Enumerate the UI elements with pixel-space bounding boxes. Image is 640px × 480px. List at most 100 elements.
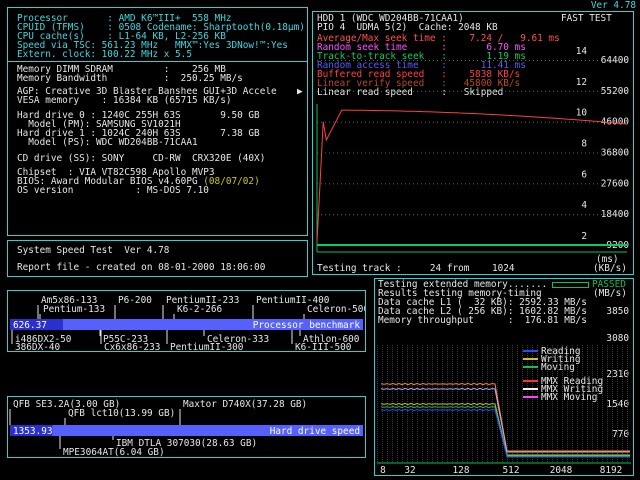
grid-dot (377, 60, 378, 61)
grid-dot (612, 347, 613, 348)
grid-dot (487, 351, 488, 352)
grid-dot (532, 423, 533, 424)
grid-dot (542, 445, 543, 446)
grid-dot (427, 381, 428, 382)
grid-dot (627, 391, 628, 392)
grid-dot (462, 451, 463, 452)
grid-dot (561, 60, 562, 61)
grid-dot (337, 90, 338, 92)
grid-dot (532, 345, 533, 346)
grid-dot (437, 152, 438, 154)
grid-dot (527, 363, 528, 364)
grid-dot (492, 435, 493, 436)
grid-dot (457, 397, 458, 398)
grid-dot (477, 353, 478, 354)
grid-dot (417, 405, 418, 406)
grid-dot (612, 369, 613, 370)
grid-dot (617, 435, 618, 436)
grid-dot (497, 357, 498, 358)
grid-dot (477, 395, 478, 396)
grid-dot (627, 357, 628, 358)
grid-dot (622, 397, 623, 398)
grid-dot (507, 413, 508, 414)
grid-dot (592, 371, 593, 372)
grid-dot (407, 411, 408, 412)
legend-label: MMX Moving (541, 392, 597, 403)
grid-dot (522, 407, 523, 408)
grid-dot (627, 371, 628, 372)
grid-dot (337, 121, 338, 123)
grid-dot (452, 457, 453, 458)
grid-dot (477, 425, 478, 426)
grid-dot (433, 183, 434, 185)
grid-dot (382, 347, 383, 348)
grid-dot (487, 359, 488, 360)
grid-dot (462, 425, 463, 426)
grid-dot (407, 369, 408, 370)
grid-dot (462, 427, 463, 428)
grid-dot (522, 419, 523, 420)
grid-dot (452, 379, 453, 380)
grid-dot (437, 361, 438, 362)
grid-dot (622, 401, 623, 402)
grid-dot (537, 443, 538, 444)
grid-dot (472, 387, 473, 388)
grid-dot (497, 429, 498, 430)
grid-dot (402, 369, 403, 370)
grid-dot (482, 395, 483, 396)
grid-dot (377, 361, 378, 362)
grid-dot (341, 60, 342, 61)
grid-dot (432, 459, 433, 460)
grid-dot (392, 435, 393, 436)
grid-dot (627, 431, 628, 432)
grid-dot (489, 214, 490, 216)
grid-dot (457, 60, 458, 61)
grid-dot (527, 399, 528, 400)
grid-dot (597, 357, 598, 358)
grid-dot (487, 427, 488, 428)
grid-dot (622, 461, 623, 462)
grid-dot (547, 407, 548, 408)
grid-dot (622, 407, 623, 408)
grid-dot (492, 397, 493, 398)
grid-dot (482, 345, 483, 346)
grid-dot (582, 417, 583, 418)
grid-dot (577, 427, 578, 428)
grid-dot (527, 427, 528, 428)
grid-dot (417, 377, 418, 378)
grid-dot (467, 427, 468, 428)
grid-dot (517, 449, 518, 450)
grid-dot (527, 383, 528, 384)
grid-dot (432, 353, 433, 354)
agp-scroll-arrow-icon[interactable]: ▶ (297, 87, 303, 97)
grid-dot (592, 409, 593, 410)
grid-dot (482, 449, 483, 450)
grid-dot (462, 381, 463, 382)
grid-dot (442, 427, 443, 428)
grid-dot (427, 401, 428, 402)
grid-dot (589, 183, 590, 185)
grid-dot (422, 421, 423, 422)
grid-dot (582, 425, 583, 426)
grid-dot (321, 214, 322, 216)
grid-dot (457, 455, 458, 456)
grid-dot (412, 359, 413, 360)
grid-dot (522, 405, 523, 406)
grid-dot (617, 419, 618, 420)
grid-dot (397, 345, 398, 346)
grid-dot (537, 371, 538, 372)
grid-dot (537, 429, 538, 430)
grid-dot (602, 405, 603, 406)
grid-dot (422, 377, 423, 378)
grid-dot (437, 443, 438, 444)
grid-dot (369, 121, 370, 123)
grid-dot (402, 439, 403, 440)
grid-dot (622, 393, 623, 394)
grid-dot (547, 435, 548, 436)
grid-dot (442, 411, 443, 412)
grid-dot (402, 419, 403, 420)
grid-dot (581, 60, 582, 61)
grid-dot (402, 375, 403, 376)
grid-dot (522, 459, 523, 460)
grid-dot (472, 369, 473, 370)
